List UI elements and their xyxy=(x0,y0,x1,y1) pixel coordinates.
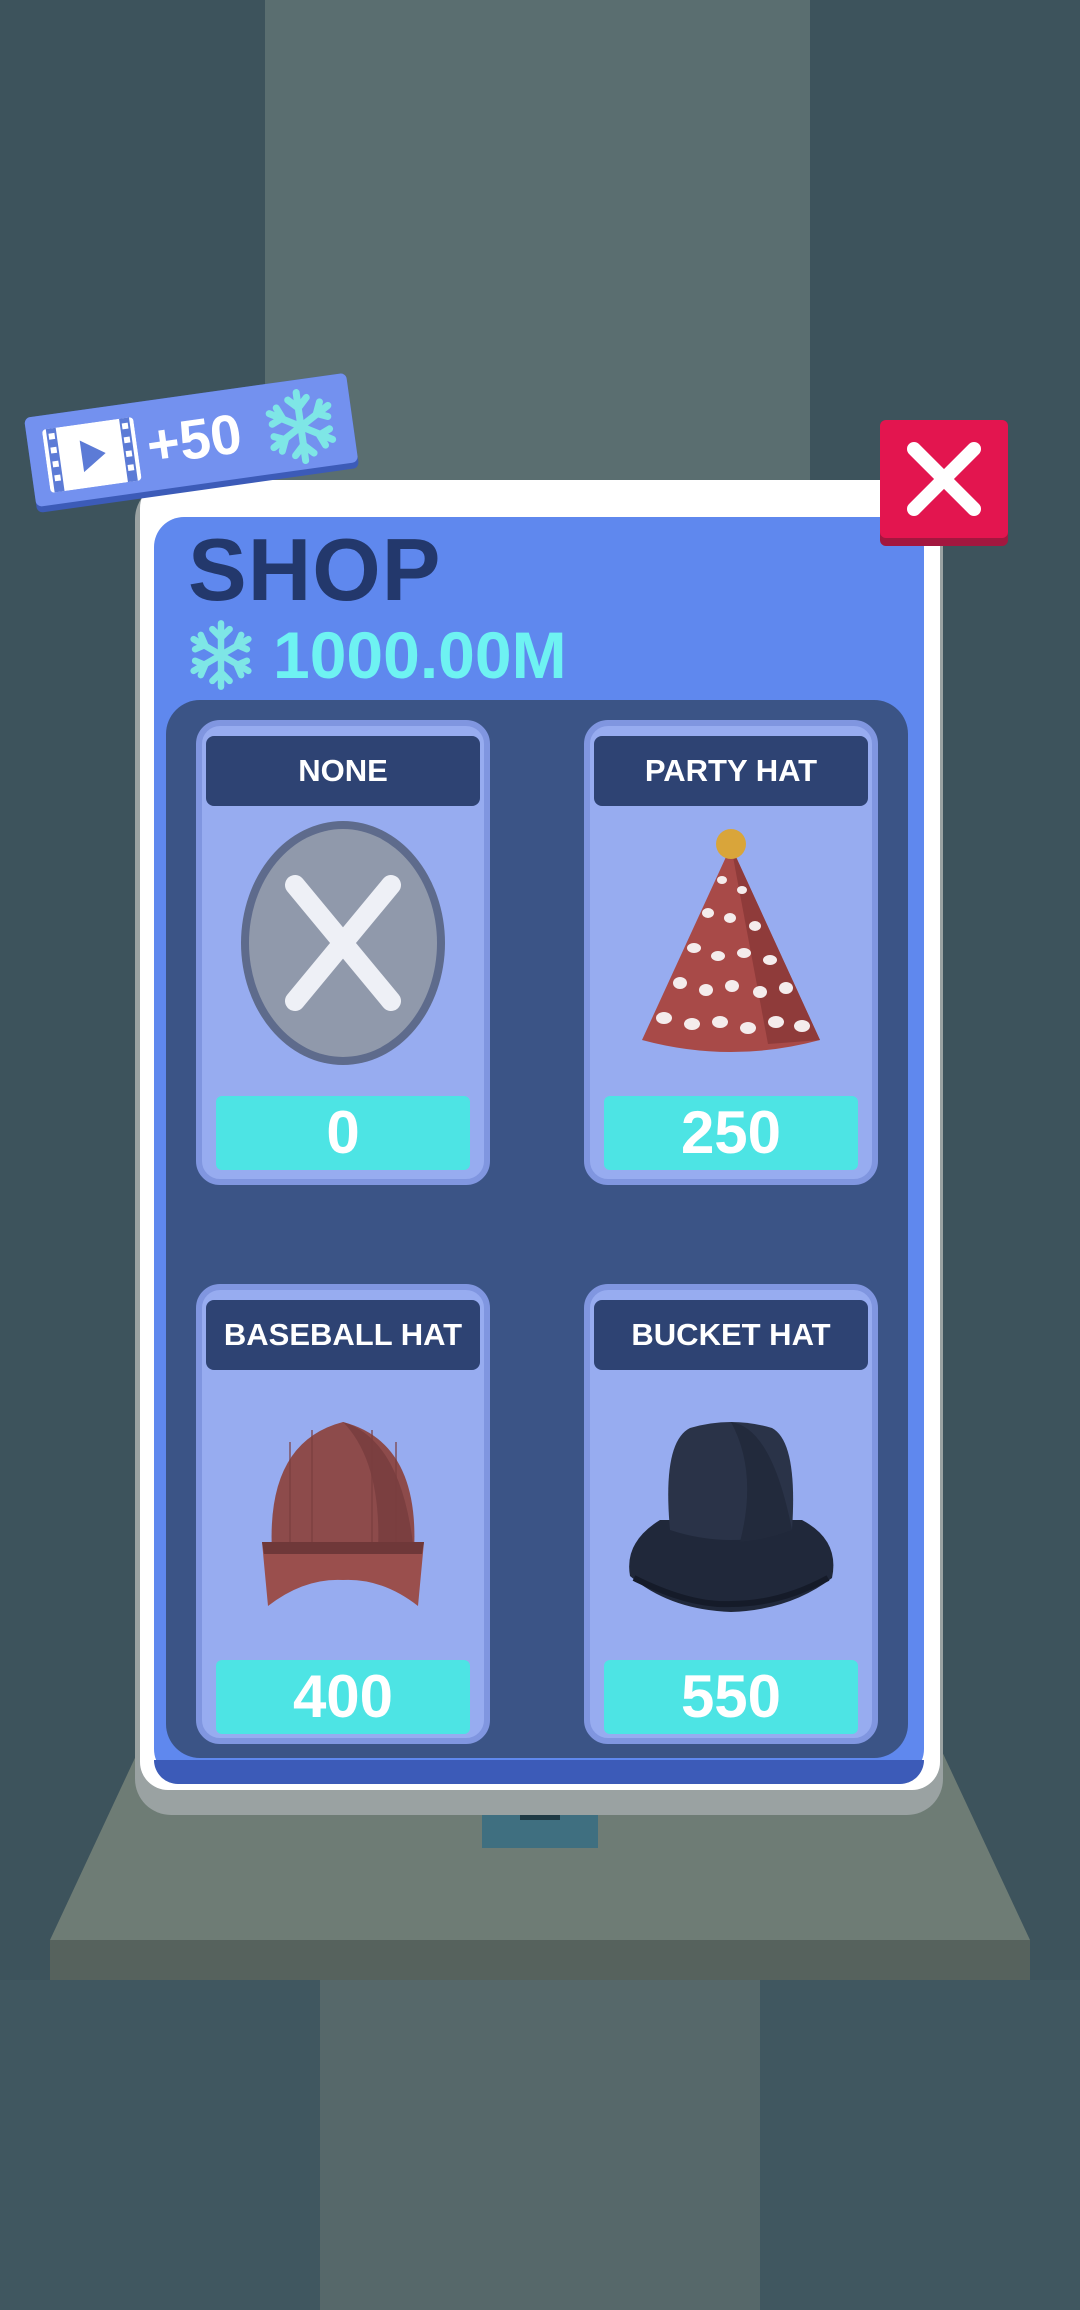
video-play-icon xyxy=(42,417,142,493)
party-hat-image xyxy=(642,829,820,1052)
item-price: 0 xyxy=(216,1096,470,1170)
item-grid[interactable]: NONE 0 PARTY HAT 250 BASEBALL HAT 400 BU… xyxy=(166,700,908,1758)
close-button-face[interactable] xyxy=(880,420,1008,538)
item-price: 250 xyxy=(604,1096,858,1170)
shop-title: SHOP xyxy=(188,520,442,619)
item-name: PARTY HAT xyxy=(594,736,868,806)
baseball-hat-image xyxy=(262,1422,424,1606)
counter-slot xyxy=(482,1814,598,1848)
item-price: 400 xyxy=(216,1660,470,1734)
background-floor-right xyxy=(760,1980,1080,2310)
background-floor-left xyxy=(0,1980,320,2310)
no-hat-x-icon xyxy=(241,821,445,1065)
item-name: BUCKET HAT xyxy=(594,1300,868,1370)
snowflake-icon xyxy=(190,620,252,690)
item-price: 550 xyxy=(604,1660,858,1734)
item-name: NONE xyxy=(206,736,480,806)
item-card-baseball-hat[interactable]: BASEBALL HAT 400 xyxy=(196,1284,490,1744)
ad-reward-amount: +50 xyxy=(142,401,246,477)
close-icon xyxy=(907,442,981,516)
background-floor-center xyxy=(320,1980,760,2310)
item-card-bucket-hat[interactable]: BUCKET HAT 550 xyxy=(584,1284,878,1744)
snowflake-icon xyxy=(265,389,337,465)
currency-amount: 1000.00M xyxy=(273,618,567,692)
shop-panel-edge xyxy=(154,1760,924,1784)
shop-counter-front xyxy=(50,1940,1030,1980)
item-card-none[interactable]: NONE 0 xyxy=(196,720,490,1185)
bucket-hat-image xyxy=(629,1422,834,1612)
currency-balance: 1000.00M xyxy=(185,615,567,695)
item-card-party-hat[interactable]: PARTY HAT 250 xyxy=(584,720,878,1185)
close-button[interactable] xyxy=(880,420,1008,546)
item-name: BASEBALL HAT xyxy=(206,1300,480,1370)
